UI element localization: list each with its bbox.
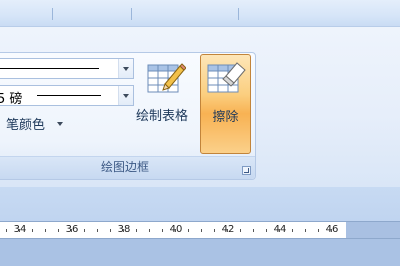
ruler-tick xyxy=(71,229,72,232)
ruler-tick xyxy=(136,229,137,232)
ruler-tick xyxy=(253,229,254,232)
ruler-tick xyxy=(97,229,98,232)
ruler-tick xyxy=(19,229,20,232)
ruler-tick xyxy=(305,229,306,232)
document-area-top xyxy=(0,239,400,266)
ruler-tick xyxy=(292,229,293,232)
ruler-tick xyxy=(214,229,215,232)
ruler-tick xyxy=(279,229,280,232)
table-eraser-icon xyxy=(207,62,246,93)
tab-separator xyxy=(52,8,53,20)
group-label-bar: 绘图边框 xyxy=(0,156,255,179)
ruler-number: 34 xyxy=(13,224,27,235)
ruler-tick xyxy=(331,229,332,232)
caret-down-icon[interactable] xyxy=(57,122,63,126)
line-weight-dropdown[interactable]: 5 磅 xyxy=(0,85,134,107)
dialog-launcher-icon[interactable] xyxy=(242,166,251,175)
ruler-tick xyxy=(201,229,202,232)
line-weight-value: 5 磅 xyxy=(0,88,22,107)
tab-separator xyxy=(131,8,132,20)
draw-table-label: 绘制表格 xyxy=(135,109,188,124)
line-weight-preview xyxy=(37,95,101,96)
ruler-tick xyxy=(58,229,59,232)
line-style-dropdown[interactable] xyxy=(0,58,134,79)
erase-button[interactable]: 擦除 xyxy=(200,54,251,154)
ruler-tick xyxy=(32,229,33,232)
ruler-number: 44 xyxy=(273,224,287,235)
ruler-tick xyxy=(318,229,319,232)
ruler-number: 46 xyxy=(325,224,339,235)
ruler-tick xyxy=(227,229,228,232)
ruler-tick xyxy=(266,229,267,232)
word-ribbon-screenshot: 绘图边框 5 磅 笔颜色 绘制表格 擦除 34 36 38 40 42 44 4… xyxy=(0,0,400,266)
ruler-tick xyxy=(149,229,150,232)
ruler-margin-area xyxy=(346,221,400,239)
draw-table-button[interactable]: 绘制表格 xyxy=(134,58,190,124)
ruler-tick xyxy=(110,229,111,232)
ruler-number: 36 xyxy=(65,224,79,235)
line-weight-number: 5 xyxy=(0,92,6,107)
ribbon-tab-strip xyxy=(0,0,400,27)
horizontal-ruler[interactable]: 34 36 38 40 42 44 46 xyxy=(0,221,346,239)
ruler-number: 42 xyxy=(221,224,235,235)
ruler-tick xyxy=(188,229,189,232)
ruler-number: 40 xyxy=(169,224,183,235)
ruler-tick xyxy=(123,229,124,232)
ruler-tick xyxy=(6,229,7,232)
ruler-tick xyxy=(45,229,46,232)
chevron-down-icon[interactable] xyxy=(118,86,133,105)
erase-label: 擦除 xyxy=(212,110,239,125)
pen-color-label: 笔颜色 xyxy=(6,118,46,133)
ruler-tick xyxy=(84,229,85,232)
tab-separator xyxy=(238,8,239,20)
chevron-down-icon[interactable] xyxy=(118,59,133,78)
line-style-preview xyxy=(0,68,99,69)
ruler-number: 38 xyxy=(117,224,131,235)
table-pencil-icon xyxy=(147,63,186,93)
line-weight-unit: 磅 xyxy=(9,92,23,107)
ruler-tick xyxy=(162,229,163,232)
group-title: 绘图边框 xyxy=(100,160,149,174)
ruler-tick xyxy=(240,229,241,232)
ruler-tick xyxy=(175,229,176,232)
